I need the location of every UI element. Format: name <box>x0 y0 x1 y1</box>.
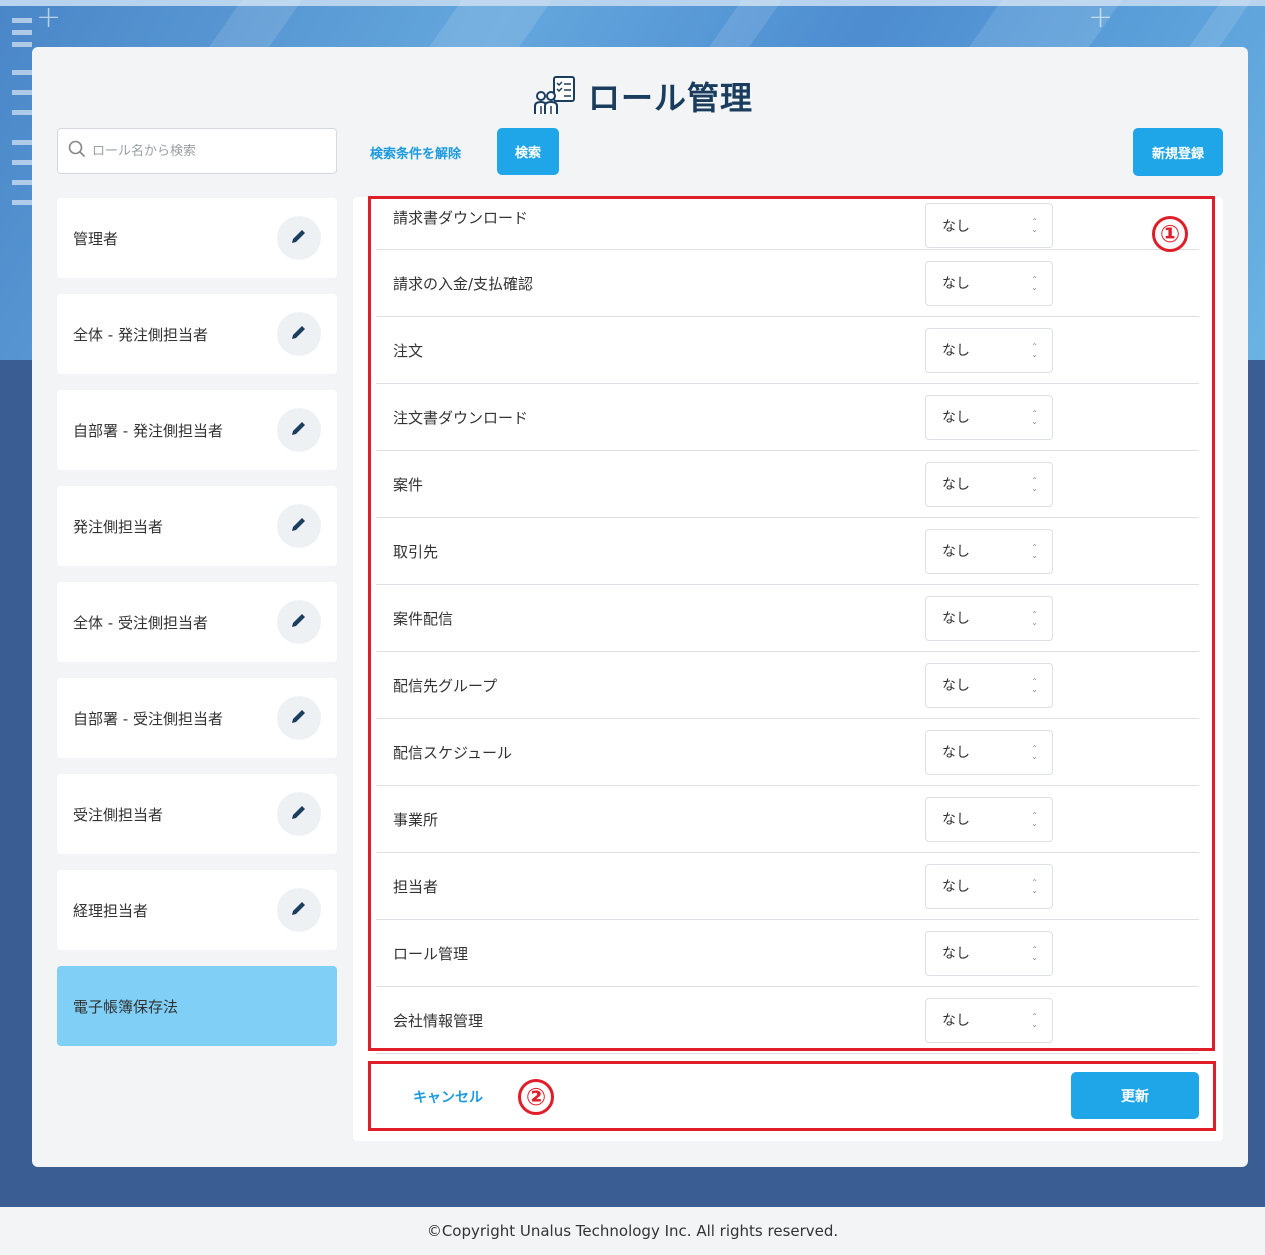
role-label: 管理者 <box>73 229 119 248</box>
pencil-icon <box>290 803 308 825</box>
edit-role-button[interactable] <box>277 696 321 740</box>
pencil-icon <box>290 899 308 921</box>
decor-bar <box>12 110 32 115</box>
decor-plus: + <box>36 0 62 35</box>
role-label: 経理担当者 <box>73 901 149 920</box>
edit-role-button[interactable] <box>277 504 321 548</box>
edit-role-button[interactable] <box>277 312 321 356</box>
pencil-icon <box>290 227 308 249</box>
page-header: ロール管理 <box>532 73 753 119</box>
decor-bar <box>12 30 32 35</box>
role-item[interactable]: 管理者 <box>57 198 337 278</box>
edit-role-button[interactable] <box>277 216 321 260</box>
main-card: ロール管理 検索条件を解除 検索 新規登録 管理者 全体 - 発注側担当者 自部… <box>32 47 1248 1167</box>
role-list: 管理者 全体 - 発注側担当者 自部署 - 発注側担当者 発注側担当者 全体 -… <box>57 198 337 1062</box>
new-role-button[interactable]: 新規登録 <box>1133 128 1223 176</box>
edit-role-button[interactable] <box>277 888 321 932</box>
decor-bar <box>12 180 32 185</box>
decor-bar <box>12 18 32 23</box>
edit-role-button[interactable] <box>277 600 321 644</box>
role-search-box[interactable] <box>57 128 337 174</box>
role-search-input[interactable] <box>92 143 332 159</box>
clear-search-link[interactable]: 検索条件を解除 <box>370 143 461 162</box>
role-item[interactable]: 受注側担当者 <box>57 774 337 854</box>
search-icon <box>68 140 86 162</box>
role-label: 全体 - 発注側担当者 <box>73 325 208 344</box>
pencil-icon <box>290 323 308 345</box>
annotation-number-1: ① <box>1152 216 1188 252</box>
role-item-selected[interactable]: 電子帳簿保存法 <box>57 966 337 1046</box>
role-label: 受注側担当者 <box>73 805 164 824</box>
annotation-box-1 <box>368 196 1215 1051</box>
decor-bar <box>12 90 32 95</box>
decor-bar <box>12 140 32 145</box>
edit-role-button[interactable] <box>277 408 321 452</box>
decor-bar <box>12 42 32 47</box>
copyright-text: ©Copyright Unalus Technology Inc. All ri… <box>426 1222 839 1240</box>
edit-role-button[interactable] <box>277 792 321 836</box>
role-label: 全体 - 受注側担当者 <box>73 613 208 632</box>
role-item[interactable]: 自部署 - 発注側担当者 <box>57 390 337 470</box>
role-item[interactable]: 全体 - 受注側担当者 <box>57 582 337 662</box>
decor-bar <box>12 70 32 75</box>
annotation-number-2: ② <box>518 1079 554 1115</box>
decor-bar <box>12 200 32 205</box>
pencil-icon <box>290 419 308 441</box>
role-item[interactable]: 経理担当者 <box>57 870 337 950</box>
pencil-icon <box>290 611 308 633</box>
role-item[interactable]: 発注側担当者 <box>57 486 337 566</box>
search-button[interactable]: 検索 <box>497 128 559 175</box>
footer: ©Copyright Unalus Technology Inc. All ri… <box>0 1207 1265 1255</box>
role-label: 自部署 - 受注側担当者 <box>73 709 223 728</box>
role-item[interactable]: 自部署 - 受注側担当者 <box>57 678 337 758</box>
pencil-icon <box>290 515 308 537</box>
decor-bar <box>12 160 32 165</box>
annotation-box-2 <box>368 1061 1216 1131</box>
role-label: 発注側担当者 <box>73 517 164 536</box>
role-management-icon <box>532 76 578 116</box>
decor-plus: + <box>1088 0 1114 35</box>
page-title: ロール管理 <box>588 79 754 117</box>
role-label: 電子帳簿保存法 <box>73 997 179 1016</box>
role-item[interactable]: 全体 - 発注側担当者 <box>57 294 337 374</box>
role-label: 自部署 - 発注側担当者 <box>73 421 223 440</box>
pencil-icon <box>290 707 308 729</box>
